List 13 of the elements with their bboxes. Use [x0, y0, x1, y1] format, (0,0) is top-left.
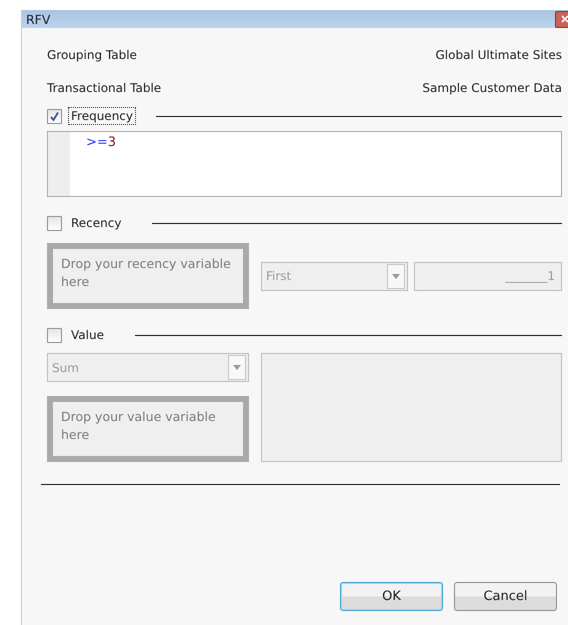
expression-text: >=3	[85, 134, 116, 152]
dialog-button[interactable]: Cancel	[454, 582, 557, 611]
frequency-label[interactable]: Frequency	[69, 108, 135, 124]
editor-gutter	[48, 132, 70, 196]
checkbox[interactable]	[47, 108, 62, 124]
dialog-button[interactable]: OK	[340, 582, 443, 611]
window-title: RFV	[26, 12, 50, 26]
table-label: Grouping Table	[47, 48, 137, 62]
close-icon	[561, 15, 568, 23]
expression-editor[interactable]: >=3	[47, 131, 562, 197]
table-label: Transactional Table	[47, 80, 162, 94]
table-value: Global Ultimate Sites	[436, 48, 562, 62]
table-value: Sample Customer Data	[422, 80, 562, 94]
